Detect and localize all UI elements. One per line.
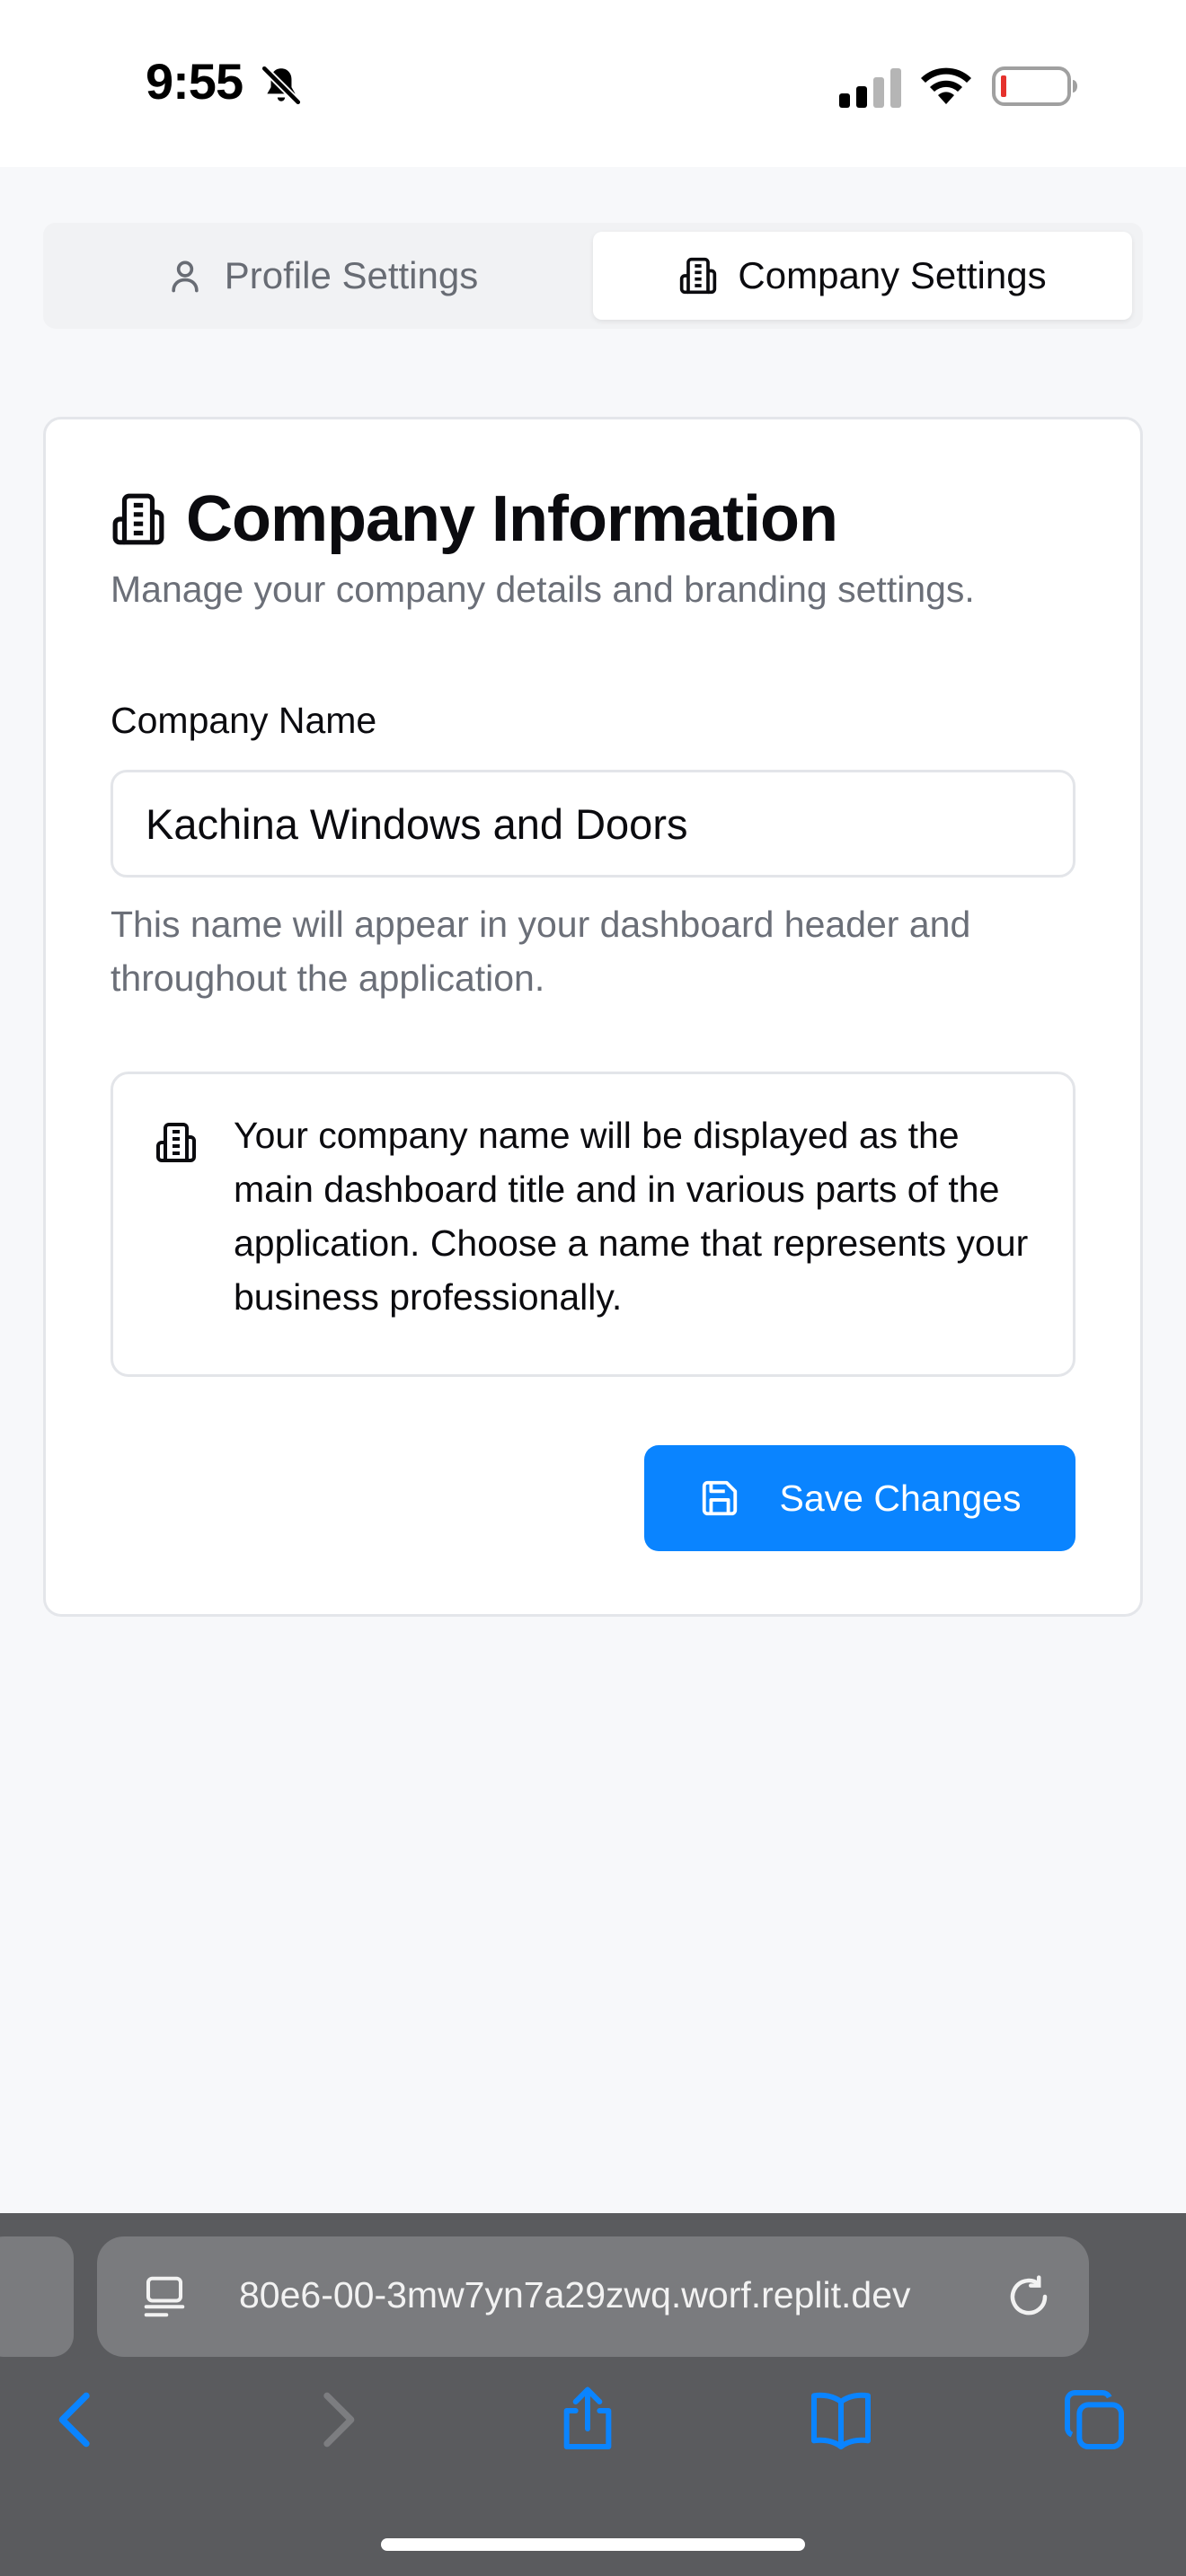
- previous-tab-preview[interactable]: [0, 2236, 74, 2357]
- status-time: 9:55: [146, 53, 243, 110]
- reload-icon[interactable]: [1005, 2272, 1053, 2321]
- tab-company-settings[interactable]: Company Settings: [593, 232, 1132, 320]
- building-icon: [156, 1123, 196, 1162]
- status-bar: 9:55: [0, 0, 1186, 167]
- wifi-icon: [921, 67, 971, 104]
- forward-icon[interactable]: [300, 2384, 372, 2456]
- building-icon: [112, 493, 164, 545]
- card-description: Manage your company details and branding…: [111, 569, 975, 610]
- company-information-card: Company Information Manage your company …: [43, 417, 1143, 1617]
- back-icon[interactable]: [41, 2384, 113, 2456]
- browser-toolbar: 80e6-00-3mw7yn7a29zwq.worf.replit.dev: [0, 2213, 1186, 2576]
- company-name-help: This name will appear in your dashboard …: [111, 904, 971, 999]
- tabs-icon[interactable]: [1058, 2384, 1130, 2456]
- home-indicator: [381, 2538, 805, 2551]
- bell-slash-icon: [261, 66, 301, 105]
- info-text: Your company name will be displayed as t…: [234, 1115, 1029, 1318]
- settings-tabs: Profile Settings Company Settings: [43, 223, 1143, 329]
- cellular-signal-icon: [839, 68, 901, 108]
- user-icon: [172, 260, 199, 293]
- building-icon: [680, 257, 717, 295]
- bookmarks-icon[interactable]: [805, 2384, 877, 2456]
- company-name-input[interactable]: [111, 770, 1075, 878]
- save-icon: [702, 1480, 737, 1516]
- info-box: Your company name will be displayed as t…: [111, 1072, 1075, 1377]
- save-changes-button[interactable]: Save Changes: [644, 1445, 1075, 1551]
- page-menu-icon[interactable]: [140, 2272, 189, 2321]
- save-changes-label: Save Changes: [779, 1477, 1022, 1519]
- tab-profile-label: Profile Settings: [224, 254, 479, 296]
- battery-low-icon: [992, 66, 1077, 106]
- share-icon[interactable]: [552, 2384, 624, 2456]
- address-bar[interactable]: 80e6-00-3mw7yn7a29zwq.worf.replit.dev: [97, 2236, 1089, 2357]
- card-header: Company Information: [111, 482, 838, 556]
- card-title: Company Information: [186, 483, 838, 555]
- url-text: 80e6-00-3mw7yn7a29zwq.worf.replit.dev: [239, 2274, 911, 2316]
- tab-company-label: Company Settings: [738, 254, 1047, 296]
- tab-profile-settings[interactable]: Profile Settings: [52, 232, 591, 320]
- company-name-label: Company Name: [111, 700, 377, 741]
